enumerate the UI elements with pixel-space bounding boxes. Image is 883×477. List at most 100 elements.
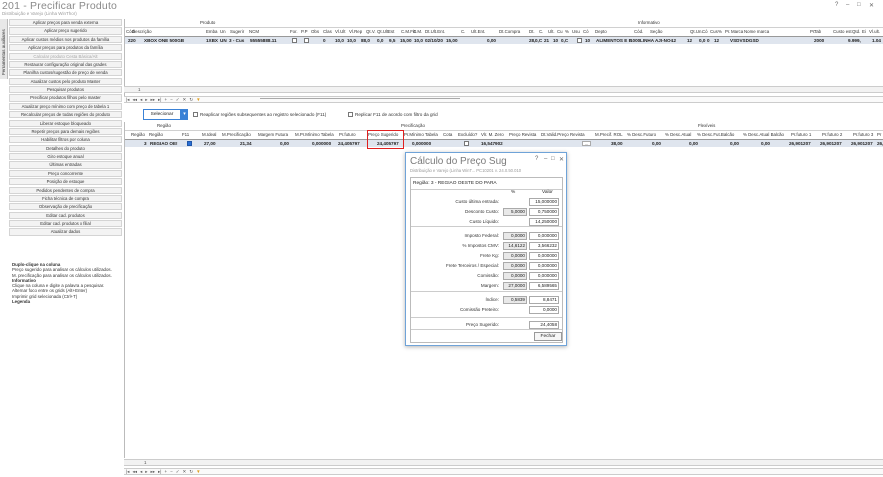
column-header[interactable]: P.P xyxy=(301,29,308,34)
column-header[interactable]: Dt.Valid.Preço Revista xyxy=(541,132,585,137)
sidebar-item[interactable]: Observação de precificação xyxy=(9,203,122,211)
sidebar-item[interactable]: Detalhes do produto xyxy=(9,144,122,152)
last-record-icon[interactable]: ▸| xyxy=(158,97,161,102)
delete-icon[interactable]: − xyxy=(170,97,173,102)
column-header[interactable]: Pr.futuro 3 xyxy=(853,132,873,137)
sidebar-item[interactable]: Aplicar preços para venda externa xyxy=(9,19,122,27)
column-header[interactable]: Ult.Ent. xyxy=(471,29,485,34)
prev-page-icon[interactable]: ◂◂ xyxy=(132,97,137,102)
checkbox-pp[interactable] xyxy=(292,38,297,43)
column-header[interactable]: Região xyxy=(131,132,145,137)
sidebar-item[interactable]: Recalcular preços de todas regiões do pr… xyxy=(9,111,122,119)
sidebar-item[interactable]: Aplicar custos médios nos produtos da fa… xyxy=(9,35,122,43)
dialog-minimize-icon[interactable]: – xyxy=(544,156,547,162)
excluido-checkbox[interactable] xyxy=(464,141,469,146)
column-header[interactable]: M.Ideal xyxy=(202,132,216,137)
next-page-icon[interactable]: ▸▸ xyxy=(151,469,156,474)
sidebar-item[interactable]: Precificar produtos filhos pelo master xyxy=(9,94,122,102)
column-header[interactable]: C.M. xyxy=(413,29,422,34)
column-header[interactable]: Ult. xyxy=(548,29,555,34)
column-header[interactable]: Nome marca xyxy=(744,29,769,34)
sidebar-item[interactable]: Habilitar filtros por coluna xyxy=(9,136,122,144)
dialog-maximize-icon[interactable]: □ xyxy=(551,156,555,162)
calc-pct-field[interactable]: 14,6122 xyxy=(503,242,527,250)
maximize-icon[interactable]: □ xyxy=(857,2,861,8)
column-header[interactable]: Sugerir xyxy=(230,29,244,34)
sidebar-item[interactable]: Restaurar configuração original das grad… xyxy=(9,60,122,69)
help-icon[interactable]: ? xyxy=(835,2,838,8)
cancel-icon[interactable]: ✕ xyxy=(183,469,187,474)
delete-icon[interactable]: − xyxy=(170,469,173,474)
calc-pct-field[interactable]: 0,0000 xyxy=(503,262,527,270)
replicate-f11-checkbox[interactable] xyxy=(348,112,353,117)
prev-record-icon[interactable]: ◂ xyxy=(140,97,142,102)
selecionar-dropdown-icon[interactable]: ▾ xyxy=(181,109,188,120)
sidebar-item[interactable]: Atualizar preço mínimo com preço de tabe… xyxy=(9,102,122,110)
column-header[interactable]: Dt.Compra xyxy=(499,29,520,34)
next-record-icon[interactable]: ▸ xyxy=(145,97,147,102)
column-header[interactable]: Usu xyxy=(572,29,580,34)
sidebar-item[interactable]: Ficha técnica de compra xyxy=(9,194,122,203)
f11-checkbox[interactable] xyxy=(187,141,192,146)
confirm-icon[interactable]: ✓ xyxy=(176,469,180,474)
column-header[interactable]: For. xyxy=(290,29,298,34)
next-page-icon[interactable]: ▸▸ xyxy=(151,97,156,102)
region-grid-navigator[interactable]: |◂ ◂◂ ◂ ▸ ▸▸ ▸| + − ✓ ✕ ↻ ▼ xyxy=(124,468,883,475)
column-header[interactable]: Est xyxy=(388,29,394,34)
sidebar-item[interactable]: Liberar estoque bloqueado xyxy=(9,119,122,127)
dialog-help-icon[interactable]: ? xyxy=(535,156,538,162)
column-header[interactable]: Região xyxy=(149,132,163,137)
column-header[interactable]: Vlr. M. Zero xyxy=(481,132,504,137)
sidebar-item[interactable]: Giro estoque anual xyxy=(9,153,122,161)
sidebar-item[interactable]: Posição de estoque xyxy=(9,178,122,186)
column-header[interactable]: Qtd. xyxy=(852,29,860,34)
column-header[interactable]: Vl.Ult xyxy=(335,29,346,34)
add-icon[interactable]: + xyxy=(164,469,167,474)
confirm-icon[interactable]: ✓ xyxy=(176,97,180,102)
reapply-regions-checkbox[interactable] xyxy=(193,112,198,117)
first-record-icon[interactable]: |◂ xyxy=(126,97,129,102)
column-header[interactable]: Qt.V. xyxy=(366,29,376,34)
column-header[interactable]: Pr. xyxy=(725,29,730,34)
column-header[interactable]: Dt. xyxy=(529,29,535,34)
column-header[interactable]: Có xyxy=(583,29,589,34)
sidebar-item[interactable]: Atualizar dados xyxy=(9,228,122,236)
column-header[interactable]: % xyxy=(718,29,722,34)
column-header[interactable]: % Desc.Atual Balcão xyxy=(743,132,784,137)
calc-pct-field[interactable]: 0,5839 xyxy=(503,296,527,304)
column-header[interactable]: M.Pr.Mínimo Tabela xyxy=(295,132,334,137)
column-header[interactable]: % Desc.Fut.Balcão xyxy=(697,132,734,137)
column-header[interactable]: Dt.Ult.Ent. xyxy=(425,29,445,34)
sidebar-item[interactable]: Editar cad. produtos x filial xyxy=(9,220,122,228)
sidebar-item[interactable]: Atualizar custos pelo produto Master xyxy=(9,77,122,85)
prev-record-icon[interactable]: ◂ xyxy=(140,469,142,474)
column-header[interactable]: Pr.futuro 2 xyxy=(822,132,842,137)
refresh-icon[interactable]: ↻ xyxy=(189,469,193,474)
column-header[interactable]: % xyxy=(565,29,569,34)
calc-pct-field[interactable]: 27,0000 xyxy=(503,282,527,290)
column-header[interactable]: C. xyxy=(461,29,465,34)
next-record-icon[interactable]: ▸ xyxy=(145,469,147,474)
calc-pct-field[interactable]: 0,0000 xyxy=(503,252,527,260)
dialog-close-icon[interactable]: ✕ xyxy=(559,156,564,163)
column-header[interactable]: Pr xyxy=(877,132,881,137)
column-header[interactable]: Cota xyxy=(443,132,452,137)
sidebar-item[interactable]: Pesquisar produtos xyxy=(9,86,122,94)
minimize-icon[interactable]: – xyxy=(846,2,849,8)
sidebar-item[interactable]: Aplicar preço sugerido xyxy=(9,27,122,35)
calc-pct-field[interactable]: 0,0000 xyxy=(503,232,527,240)
column-header[interactable]: Custo est xyxy=(833,29,852,34)
sidebar-item[interactable]: Últimas entradas xyxy=(9,161,122,169)
column-header[interactable]: % Desc.Atual xyxy=(665,132,691,137)
column-header[interactable]: M.Precif. ROL xyxy=(595,132,623,137)
sidebar-item[interactable]: Pedidos pendentes de compra xyxy=(9,186,122,194)
sidebar-item[interactable]: Repetir preços para demais regiões xyxy=(9,127,122,136)
sidebar-item[interactable]: Aplicar preços para produtos da família xyxy=(9,44,122,52)
filter-icon[interactable]: ▼ xyxy=(196,469,200,474)
column-header[interactable]: M.Precificação xyxy=(222,132,251,137)
sidebar-item[interactable]: Editar cad. produtos xyxy=(9,211,122,219)
sidebar-item[interactable]: Preço concorrente xyxy=(9,169,122,177)
column-header[interactable]: C. xyxy=(539,29,543,34)
calc-pct-field[interactable]: 0,0000 xyxy=(503,272,527,280)
column-header[interactable]: Cód. xyxy=(634,29,643,34)
